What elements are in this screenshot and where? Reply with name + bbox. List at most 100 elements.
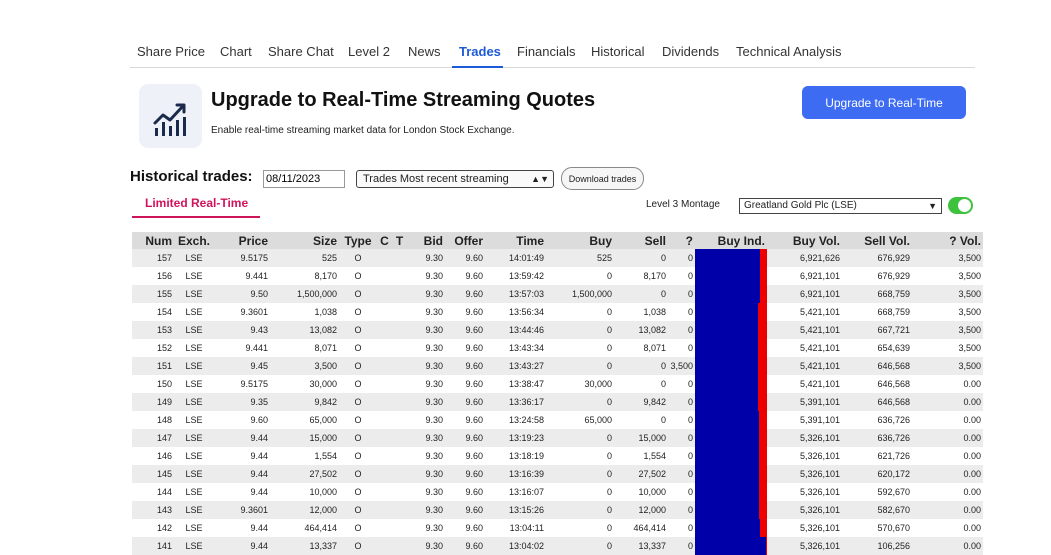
cell-qvol: 0.00 — [912, 411, 983, 429]
cell-buyvol: 5,326,101 — [767, 483, 842, 501]
tab-dividends[interactable]: Dividends — [662, 44, 719, 59]
table-row[interactable]: 157 LSE 9.5175 525 O 9.30 9.60 14:01:49 525 0 0 6,9… — [132, 249, 983, 267]
column-header[interactable]: Buy Vol. — [767, 232, 842, 249]
table-row[interactable]: 155 LSE 9.50 1,500,000 O 9.30 9.60 13:57:03 1,50… — [132, 285, 983, 303]
cell-q: 0 — [668, 321, 695, 339]
cell-c — [377, 321, 392, 339]
table-row[interactable]: 147 LSE 9.44 15,000 O 9.30 9.60 13:19:23 0 15,000… — [132, 429, 983, 447]
trades-select[interactable]: Trades Most recent streaming ▲▼ — [356, 170, 554, 188]
cell-q: 0 — [668, 267, 695, 285]
cell-offer: 9.60 — [445, 429, 485, 447]
tab-technical-analysis[interactable]: Technical Analysis — [736, 44, 842, 59]
tab-trades[interactable]: Trades — [459, 44, 501, 59]
column-header[interactable]: Sell Vol. — [842, 232, 912, 249]
cell-size: 8,071 — [270, 339, 339, 357]
cell-exch: LSE — [174, 519, 214, 537]
column-header[interactable]: Time — [485, 232, 546, 249]
cell-time: 13:56:34 — [485, 303, 546, 321]
tab-chart[interactable]: Chart — [220, 44, 252, 59]
column-header[interactable]: Num — [132, 232, 174, 249]
column-header[interactable]: Price — [214, 232, 270, 249]
cell-num: 149 — [132, 393, 174, 411]
buy-indicator-bar — [695, 357, 767, 375]
cell-type: O — [339, 447, 377, 465]
column-header[interactable]: Exch. — [174, 232, 214, 249]
cell-time: 13:38:47 — [485, 375, 546, 393]
cell-sell: 13,337 — [614, 537, 668, 555]
cell-sellvol: 667,721 — [842, 321, 912, 339]
cell-price: 9.44 — [214, 519, 270, 537]
column-header[interactable]: ? — [668, 232, 695, 249]
cell-qvol: 0.00 — [912, 429, 983, 447]
column-header[interactable]: Buy Ind. — [695, 232, 767, 249]
table-row[interactable]: 143 LSE 9.3601 12,000 O 9.30 9.60 13:15:26 0 12,0… — [132, 501, 983, 519]
column-header[interactable]: Size — [270, 232, 339, 249]
cell-type: O — [339, 483, 377, 501]
table-row[interactable]: 152 LSE 9.441 8,071 O 9.30 9.60 13:43:34 0 8,071 0… — [132, 339, 983, 357]
cell-t — [392, 501, 407, 519]
tab-historical[interactable]: Historical — [591, 44, 644, 59]
cell-price: 9.44 — [214, 465, 270, 483]
cell-buyvol: 6,921,101 — [767, 267, 842, 285]
table-row[interactable]: 151 LSE 9.45 3,500 O 9.30 9.60 13:43:27 0 0 3,500 5… — [132, 357, 983, 375]
table-row[interactable]: 148 LSE 9.60 65,000 O 9.30 9.60 13:24:58 65,000 0… — [132, 411, 983, 429]
cell-sell: 0 — [614, 411, 668, 429]
cell-sell: 13,082 — [614, 321, 668, 339]
cell-bid: 9.30 — [407, 411, 445, 429]
column-header[interactable]: ? Vol. — [912, 232, 983, 249]
limited-realtime-tab[interactable]: Limited Real-Time — [145, 196, 248, 210]
table-row[interactable]: 145 LSE 9.44 27,502 O 9.30 9.60 13:16:39 0 27,502… — [132, 465, 983, 483]
column-header[interactable]: T — [392, 232, 407, 249]
table-row[interactable]: 150 LSE 9.5175 30,000 O 9.30 9.60 13:38:47 30,00… — [132, 375, 983, 393]
table-row[interactable]: 154 LSE 9.3601 1,038 O 9.30 9.60 13:56:34 0 1,038… — [132, 303, 983, 321]
table-row[interactable]: 153 LSE 9.43 13,082 O 9.30 9.60 13:44:46 0 13,082… — [132, 321, 983, 339]
table-row[interactable]: 149 LSE 9.35 9,842 O 9.30 9.60 13:36:17 0 9,842 0 5… — [132, 393, 983, 411]
cell-buyvol: 5,391,101 — [767, 393, 842, 411]
cell-buyvol: 5,326,101 — [767, 429, 842, 447]
column-header[interactable]: Buy — [546, 232, 614, 249]
sell-indicator-fill — [759, 465, 767, 483]
cell-qvol: 3,500 — [912, 249, 983, 267]
table-row[interactable]: 141 LSE 9.44 13,337 O 9.30 9.60 13:04:02 0 13,337… — [132, 537, 983, 555]
cell-size: 15,000 — [270, 429, 339, 447]
cell-type: O — [339, 267, 377, 285]
tab-share-chat[interactable]: Share Chat — [268, 44, 334, 59]
cell-exch: LSE — [174, 537, 214, 555]
montage-select[interactable]: Greatland Gold Plc (LSE) ▼ — [739, 198, 942, 214]
column-header[interactable]: Sell — [614, 232, 668, 249]
cell-q: 0 — [668, 339, 695, 357]
column-header[interactable]: Type — [339, 232, 377, 249]
tab-financials[interactable]: Financials — [517, 44, 576, 59]
cell-qvol: 3,500 — [912, 357, 983, 375]
cell-price: 9.44 — [214, 429, 270, 447]
cell-sell: 464,414 — [614, 519, 668, 537]
tab-news[interactable]: News — [408, 44, 441, 59]
historical-trades-label: Historical trades: — [130, 168, 253, 185]
sell-indicator-fill — [759, 501, 767, 519]
cell-bid: 9.30 — [407, 303, 445, 321]
cell-bid: 9.30 — [407, 483, 445, 501]
cell-c — [377, 483, 392, 501]
tab-level-2[interactable]: Level 2 — [348, 44, 390, 59]
table-row[interactable]: 142 LSE 9.44 464,414 O 9.30 9.60 13:04:11 0 464,4… — [132, 519, 983, 537]
tab-share-price[interactable]: Share Price — [137, 44, 205, 59]
cell-type: O — [339, 357, 377, 375]
download-trades-button[interactable]: Download trades — [561, 167, 644, 190]
table-row[interactable]: 156 LSE 9.441 8,170 O 9.30 9.60 13:59:42 0 8,170 0… — [132, 267, 983, 285]
table-row[interactable]: 146 LSE 9.44 1,554 O 9.30 9.60 13:18:19 0 1,554 0 5… — [132, 447, 983, 465]
column-header[interactable]: C — [377, 232, 392, 249]
column-header[interactable]: Offer — [445, 232, 485, 249]
upgrade-button[interactable]: Upgrade to Real-Time — [802, 86, 966, 119]
column-header[interactable]: Bid — [407, 232, 445, 249]
cell-qvol: 0.00 — [912, 393, 983, 411]
cell-c — [377, 357, 392, 375]
cell-time: 13:36:17 — [485, 393, 546, 411]
cell-type: O — [339, 519, 377, 537]
realtime-toggle[interactable] — [948, 197, 973, 214]
date-field[interactable] — [263, 170, 345, 188]
cell-sell: 8,071 — [614, 339, 668, 357]
cell-time: 13:18:19 — [485, 447, 546, 465]
cell-sell: 1,554 — [614, 447, 668, 465]
table-row[interactable]: 144 LSE 9.44 10,000 O 9.30 9.60 13:16:07 0 10,000… — [132, 483, 983, 501]
cell-size: 13,082 — [270, 321, 339, 339]
